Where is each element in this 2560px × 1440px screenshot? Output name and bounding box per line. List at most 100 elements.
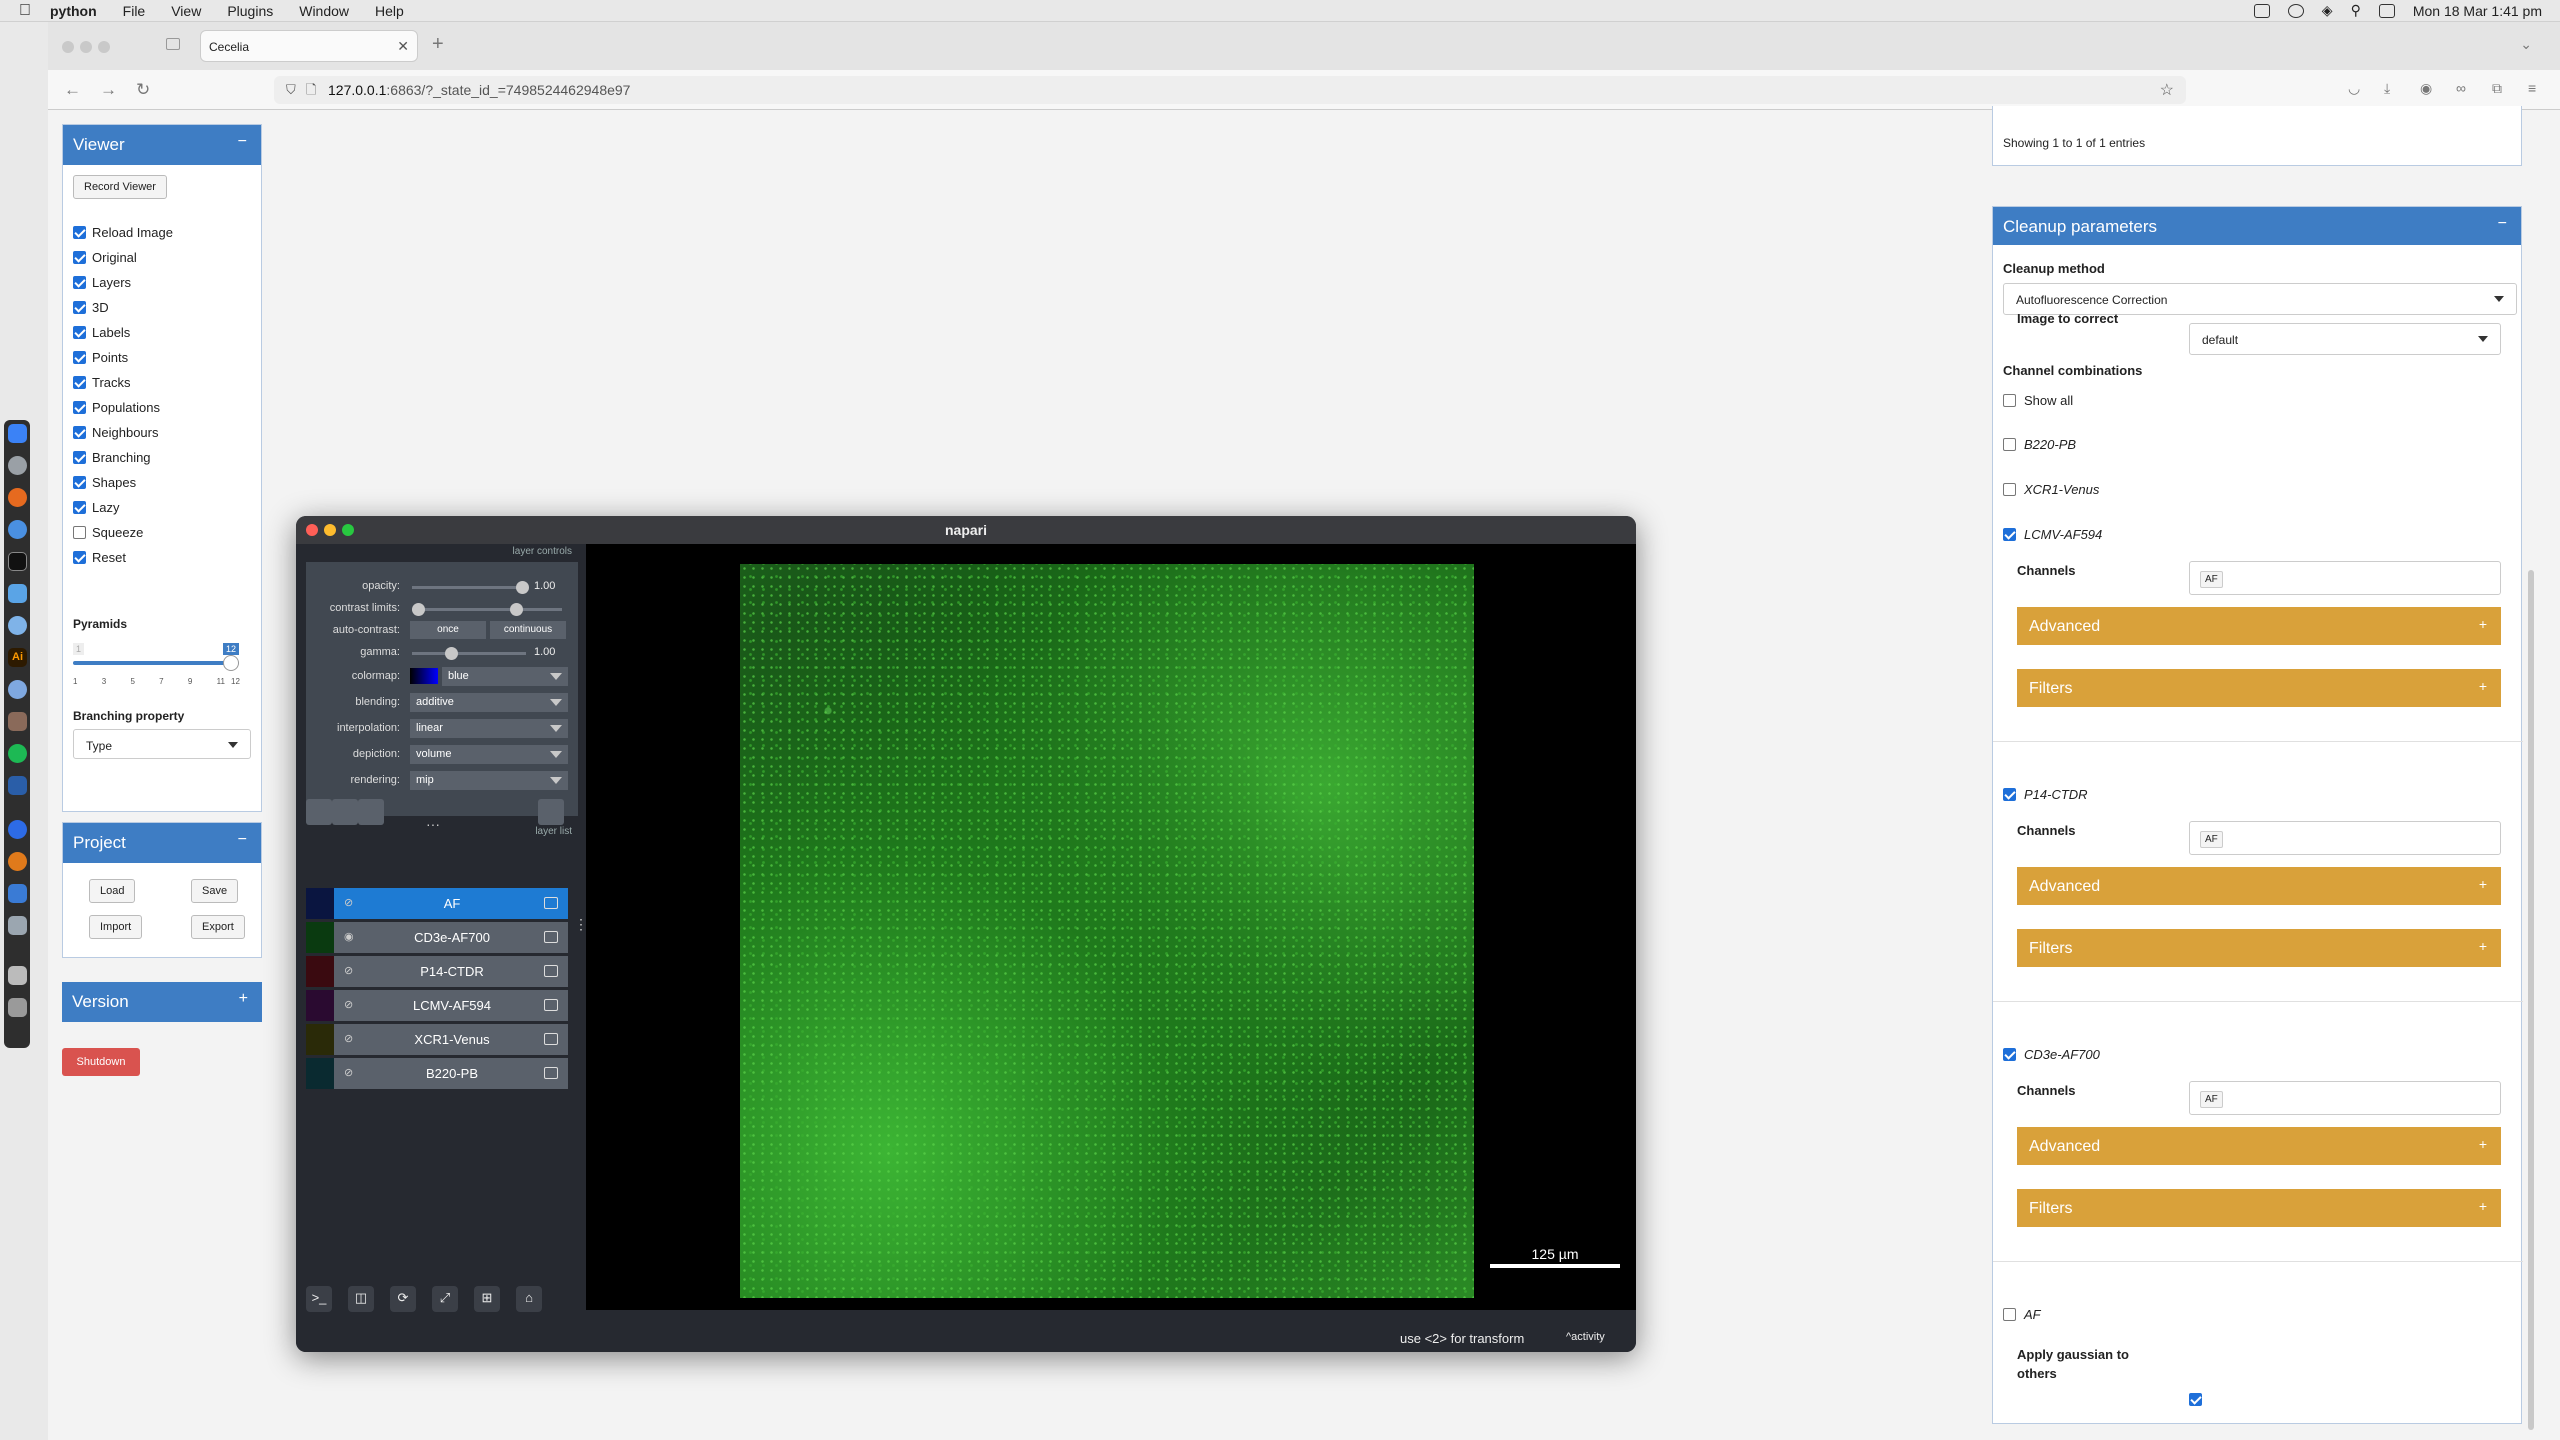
status-icon-1[interactable] (2253, 3, 2270, 18)
menu-view[interactable]: View (171, 3, 201, 19)
viewer-option-layers[interactable]: Layers (73, 275, 131, 290)
napari-close-button[interactable] (306, 524, 318, 536)
tab-overview-icon[interactable] (166, 38, 180, 50)
layer-row[interactable]: ◉ CD3e-AF700 (306, 922, 568, 953)
new-shapes-layer-button[interactable] (332, 799, 358, 825)
viewer-option-checkbox[interactable] (73, 376, 86, 389)
save-button[interactable]: Save (191, 879, 239, 903)
pyramids-slider[interactable]: 1 12 (73, 643, 239, 673)
layer-name[interactable]: LCMV-AF594 (366, 998, 538, 1013)
p14-channels-input[interactable]: AF (2189, 821, 2501, 855)
depiction-select[interactable]: volume (410, 745, 568, 764)
new-points-layer-button[interactable] (306, 799, 332, 825)
branching-select[interactable]: Type (73, 729, 251, 759)
spotify-icon[interactable] (8, 744, 27, 763)
grid-button[interactable]: ⊞ (474, 1286, 500, 1312)
layer-name[interactable]: CD3e-AF700 (366, 930, 538, 945)
viewer-option-checkbox[interactable] (73, 351, 86, 364)
once-button[interactable]: once (410, 621, 486, 639)
show-all-checkbox[interactable] (2003, 394, 2016, 407)
collapse-icon[interactable]: − (238, 831, 247, 849)
window-zoom-button[interactable] (98, 41, 110, 53)
viewer-option-checkbox[interactable] (73, 301, 86, 314)
app-icon-15[interactable] (8, 884, 27, 903)
page-info-icon[interactable]: 🗋 (306, 81, 316, 103)
menu-file[interactable]: File (123, 3, 146, 19)
combo-af-row[interactable]: AF (2003, 1307, 2041, 1322)
eye-closed-icon[interactable]: ⊘ (344, 964, 358, 978)
settings-icon[interactable] (8, 456, 27, 475)
cd3e-advanced-accordion[interactable]: Advanced + (2017, 1127, 2501, 1165)
layer-row[interactable]: ⊘ P14-CTDR (306, 956, 568, 987)
viewer-option-reload-image[interactable]: Reload Image (73, 225, 173, 240)
search-icon[interactable]: ⚲ (2351, 2, 2361, 19)
load-button[interactable]: Load (89, 879, 136, 903)
napari-minimize-button[interactable] (324, 524, 336, 536)
lcmv-channels-input[interactable]: AF (2189, 561, 2501, 595)
tab-cecelia[interactable]: Cecelia ✕ (200, 30, 418, 62)
lcmv-advanced-accordion[interactable]: Advanced + (2017, 607, 2501, 645)
app-icon-13[interactable] (8, 820, 27, 839)
record-viewer-button[interactable]: Record Viewer (73, 175, 167, 199)
downloads-icon[interactable] (8, 966, 27, 985)
import-button[interactable]: Import (89, 915, 143, 939)
hamburger-menu-icon[interactable]: ≡ (2528, 80, 2536, 96)
collapse-icon[interactable]: − (238, 133, 247, 151)
combo-b220-row[interactable]: B220-PB (2003, 437, 2076, 452)
tab-close-icon[interactable]: ✕ (397, 38, 409, 55)
contrast-slider[interactable] (412, 603, 562, 616)
contrast-max-knob[interactable] (510, 603, 523, 616)
extensions-icon[interactable]: ⧉ (2492, 80, 2502, 97)
eye-closed-icon[interactable]: ⊘ (344, 896, 358, 910)
layer-name[interactable]: P14-CTDR (366, 964, 538, 979)
viewer-option-lazy[interactable]: Lazy (73, 500, 119, 515)
viewer-option-original[interactable]: Original (73, 250, 137, 265)
viewer-option-tracks[interactable]: Tracks (73, 375, 131, 390)
extension-icon-1[interactable]: ∞ (2456, 80, 2466, 96)
eye-closed-icon[interactable]: ⊘ (344, 1066, 358, 1080)
combo-cd3e-row[interactable]: CD3e-AF700 (2003, 1047, 2100, 1062)
app-icon-16[interactable] (8, 916, 27, 935)
colormap-select[interactable]: blue (442, 667, 568, 686)
lcmv-checkbox[interactable] (2003, 528, 2016, 541)
layer-name[interactable]: XCR1-Venus (366, 1032, 538, 1047)
blending-select[interactable]: additive (410, 693, 568, 712)
opacity-slider[interactable] (412, 581, 529, 594)
roll-dims-button[interactable]: ⟳ (390, 1286, 416, 1312)
window-close-button[interactable] (62, 41, 74, 53)
viewer-option-checkbox[interactable] (73, 526, 86, 539)
delete-layer-button[interactable] (538, 799, 564, 825)
app-icon-10[interactable] (8, 712, 27, 731)
combo-p14-row[interactable]: P14-CTDR (2003, 787, 2088, 802)
menu-plugins[interactable]: Plugins (227, 3, 273, 19)
reload-button[interactable]: ↻ (136, 80, 150, 100)
combo-lcmv-row[interactable]: LCMV-AF594 (2003, 527, 2102, 542)
docker-icon[interactable] (8, 584, 27, 603)
eye-open-icon[interactable]: ◉ (344, 930, 358, 944)
finder-icon[interactable] (8, 424, 27, 443)
home-button[interactable]: ⌂ (516, 1286, 542, 1312)
status-icon-2[interactable] (2287, 3, 2304, 18)
bookmark-star-icon[interactable]: ☆ (2160, 80, 2174, 100)
viewer-option-checkbox[interactable] (73, 426, 86, 439)
page-scrollbar[interactable] (2528, 570, 2534, 1430)
control-center-icon[interactable] (2378, 3, 2395, 18)
apple-icon[interactable]:  (0, 2, 50, 20)
layer-row[interactable]: ⊘ B220-PB (306, 1058, 568, 1089)
continuous-button[interactable]: continuous (490, 621, 566, 639)
rendering-select[interactable]: mip (410, 771, 568, 790)
p14-checkbox[interactable] (2003, 788, 2016, 801)
layer-row[interactable]: ⊘ LCMV-AF594 (306, 990, 568, 1021)
new-labels-layer-button[interactable] (358, 799, 384, 825)
interpolation-select[interactable]: linear (410, 719, 568, 738)
viewer-option-checkbox[interactable] (73, 326, 86, 339)
eye-closed-icon[interactable]: ⊘ (344, 1032, 358, 1046)
layer-name[interactable]: B220-PB (366, 1066, 538, 1081)
cd3e-channel-tag[interactable]: AF (2200, 1091, 2223, 1108)
transpose-button[interactable]: ⤢ (432, 1286, 458, 1312)
viewer-option-checkbox[interactable] (73, 226, 86, 239)
layer-row[interactable]: ⊘ XCR1-Venus (306, 1024, 568, 1055)
illustrator-icon[interactable]: Ai (8, 648, 27, 667)
viewer-option-neighbours[interactable]: Neighbours (73, 425, 159, 440)
account-icon[interactable]: ◉ (2420, 80, 2432, 97)
